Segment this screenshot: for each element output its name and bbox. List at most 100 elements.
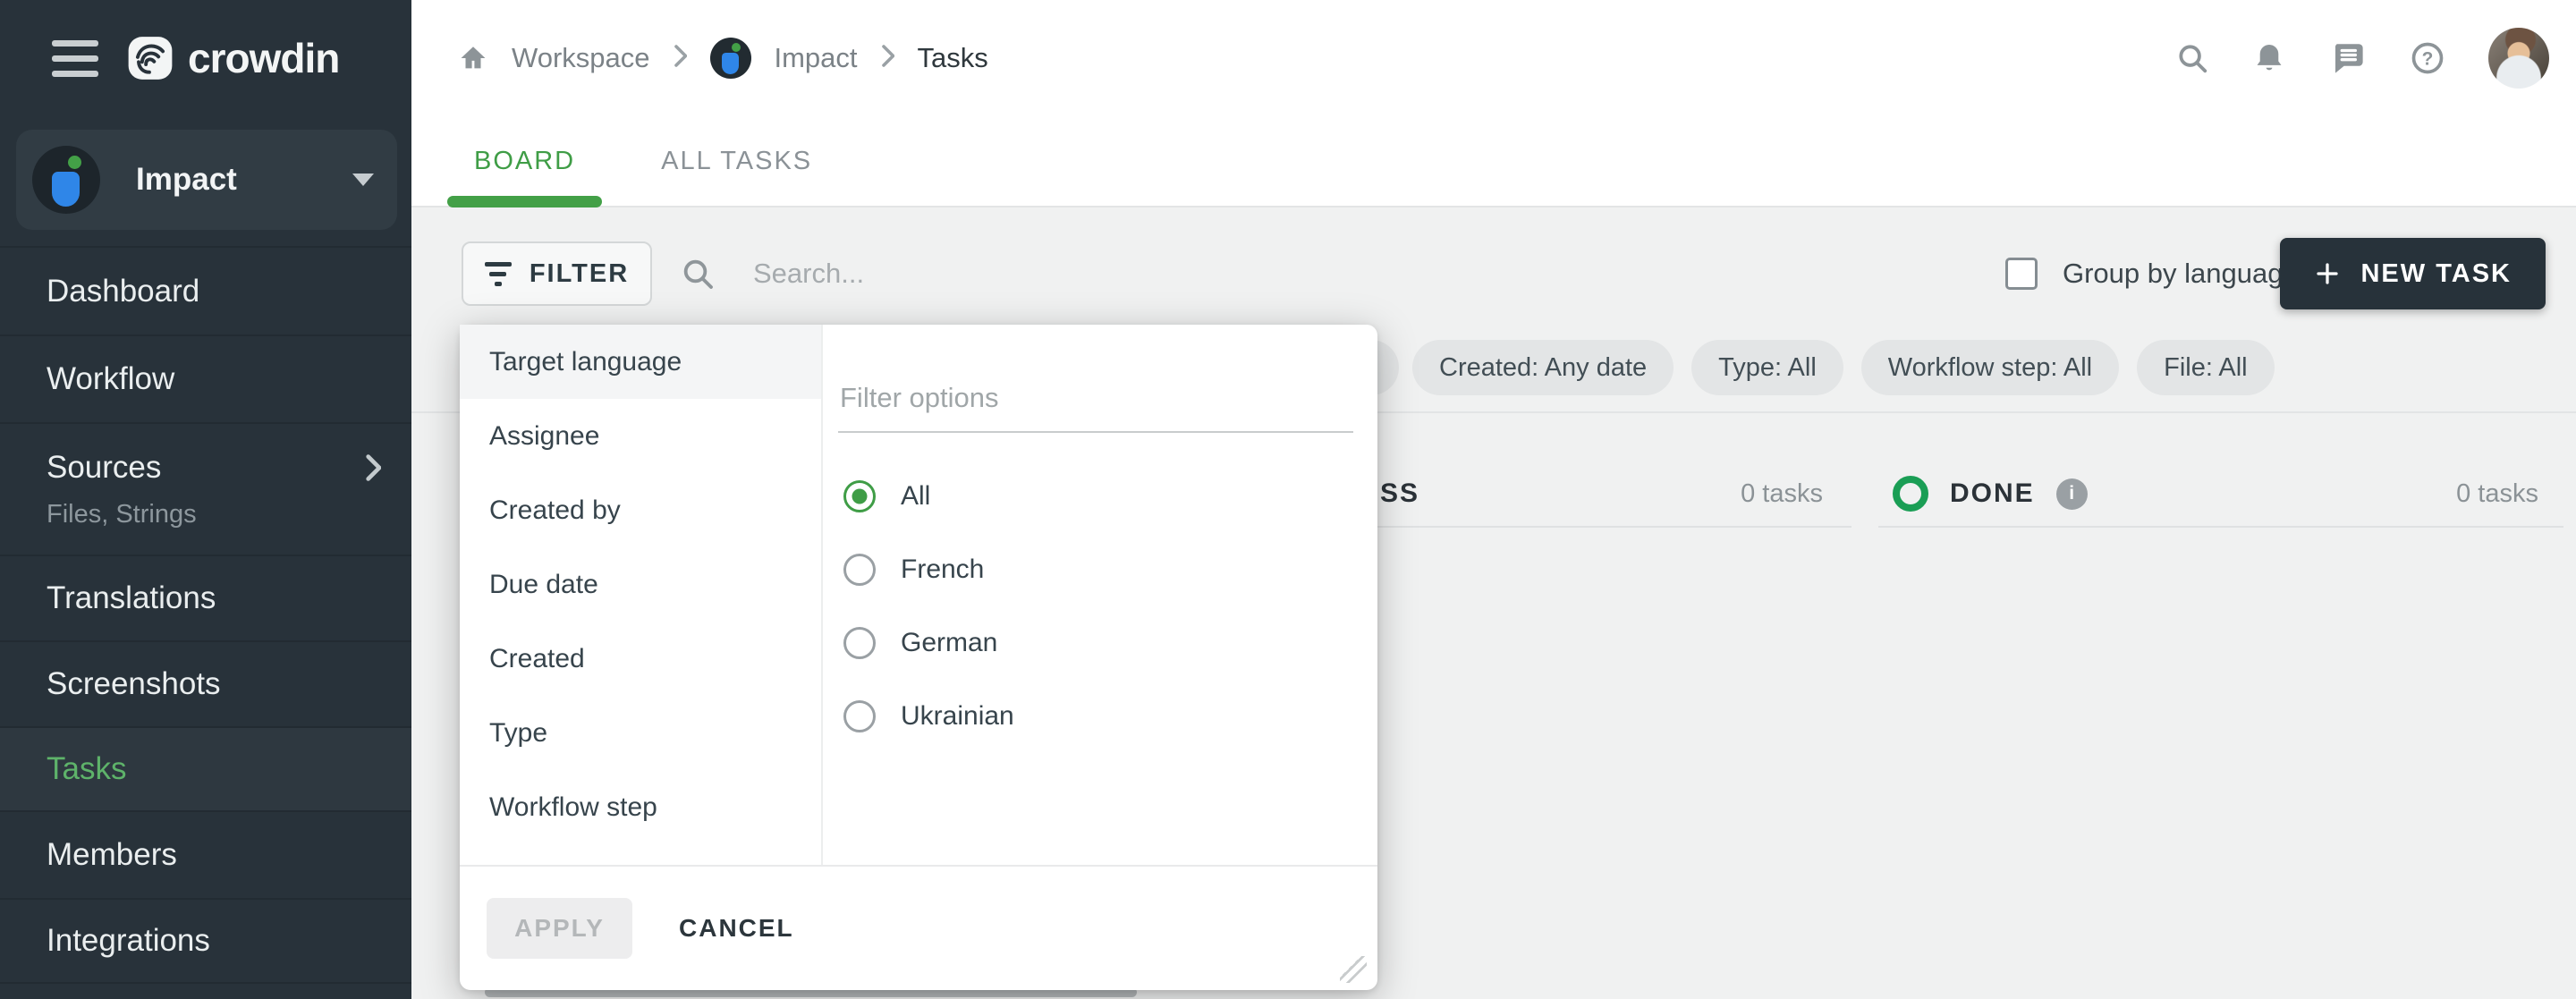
new-task-button[interactable]: NEW TASK [2280,238,2546,309]
help-icon[interactable]: ? [2410,40,2445,76]
filter-option-german[interactable]: German [823,606,1377,680]
sidebar-item-subtitle: Files, Strings [47,500,411,529]
tab-label: BOARD [474,147,575,176]
sidebar-item-sources[interactable]: Sources Files, Strings [0,422,411,555]
search-icon[interactable] [2175,41,2209,75]
plus-icon [2314,260,2341,287]
tab-bar: BOARD ALL TASKS [411,116,2576,207]
top-bar: Workspace Impact Tasks [411,0,2576,116]
column-divider [1324,526,1852,528]
filter-dropdown: Target language Assignee Created by Due … [460,325,1377,990]
sidebar-item-tasks[interactable]: Tasks [0,726,411,810]
home-icon[interactable] [458,43,488,73]
project-avatar [32,146,100,214]
project-selector[interactable]: Impact [16,130,397,230]
filter-button[interactable]: FILTER [462,241,652,306]
apply-button[interactable]: APPLY [487,898,632,959]
project-name: Impact [136,162,237,198]
search-input[interactable] [751,257,1220,291]
sidebar-item-translations[interactable]: Translations [0,555,411,640]
sidebar-item-members[interactable]: Members [0,810,411,898]
group-by-language: Group by language [2005,241,2299,306]
user-avatar[interactable] [2488,28,2549,89]
board-content: FILTER Group by language NEW TASK Create… [411,207,2576,997]
sidebar-nav: Dashboard Workflow Sources Files, String… [0,246,411,984]
sidebar-item-dashboard[interactable]: Dashboard [0,246,411,334]
chip-type[interactable]: Type: All [1691,340,1843,395]
info-icon[interactable]: i [2056,478,2088,510]
bell-icon[interactable] [2252,41,2286,75]
group-by-language-label: Group by language [2063,258,2299,290]
tab-all-tasks[interactable]: ALL TASKS [634,116,839,206]
chevron-right-icon [881,44,894,72]
svg-text:?: ? [2422,49,2434,70]
filter-category-due-date[interactable]: Due date [460,547,821,622]
filter-category-target-language[interactable]: Target language [460,325,821,399]
chevron-right-icon [365,453,381,482]
option-label: All [901,481,930,512]
cancel-button[interactable]: CANCEL [674,913,800,944]
filter-category-type[interactable]: Type [460,696,821,770]
breadcrumb-workspace[interactable]: Workspace [512,42,650,74]
sidebar-item-integrations[interactable]: Integrations [0,898,411,984]
sidebar-item-label: Dashboard [47,274,411,309]
sidebar: crowdin Impact Dashboard Workflow Source… [0,0,411,999]
sidebar-item-screenshots[interactable]: Screenshots [0,640,411,726]
new-task-label: NEW TASK [2360,259,2512,289]
chevron-down-icon [352,174,374,186]
chip-workflow-step[interactable]: Workflow step: All [1861,340,2119,395]
option-label: German [901,628,997,658]
filter-chips: Created: Any date Type: All Workflow ste… [1412,340,2275,395]
sidebar-item-label: Translations [47,580,411,616]
messages-icon[interactable] [2329,39,2367,77]
sidebar-item-label: Sources [47,450,161,486]
sidebar-item-label: Workflow [47,361,411,397]
task-search [680,241,1220,306]
radio-icon[interactable] [843,554,876,586]
crowdin-logo-icon [127,34,174,82]
crowdin-logo-text: crowdin [188,34,339,82]
option-label: Ukrainian [901,701,1014,732]
chip-file[interactable]: File: All [2137,340,2274,395]
radio-icon[interactable] [843,627,876,659]
done-status-icon [1893,476,1928,512]
sidebar-item-workflow[interactable]: Workflow [0,334,411,422]
chip-created[interactable]: Created: Any date [1412,340,1674,395]
top-bar-actions: ? [2175,28,2549,89]
filter-option-all[interactable]: All [823,460,1377,533]
filter-dropdown-footer: APPLY CANCEL [460,865,1377,990]
filter-category-created-by[interactable]: Created by [460,473,821,547]
column-title-fragment: SS [1380,476,1419,512]
sidebar-top: crowdin [0,0,411,116]
column-divider [1878,526,2563,528]
radio-checked-icon[interactable] [843,480,876,512]
column-task-count: 0 tasks [2456,479,2538,509]
radio-icon[interactable] [843,700,876,732]
column-task-count: 0 tasks [1646,476,1823,512]
project-avatar [710,38,751,79]
main-area: Workspace Impact Tasks [411,0,2576,999]
chevron-right-icon [674,44,687,72]
sidebar-item-label: Integrations [47,923,411,959]
breadcrumb-project[interactable]: Impact [775,42,858,74]
filter-category-assignee[interactable]: Assignee [460,399,821,473]
filter-option-french[interactable]: French [823,533,1377,606]
filter-category-list: Target language Assignee Created by Due … [460,325,823,865]
filter-options-panel: All French German Ukrainian [823,325,1377,865]
board-column-done: DONE i 0 tasks [1878,472,2563,515]
filter-option-ukrainian[interactable]: Ukrainian [823,680,1377,753]
filter-category-workflow-step[interactable]: Workflow step [460,770,821,844]
filter-options-input[interactable] [838,365,1353,433]
breadcrumb-tasks: Tasks [918,42,988,74]
tab-board[interactable]: BOARD [447,116,602,206]
breadcrumb: Workspace Impact Tasks [458,38,988,79]
hamburger-menu-icon[interactable] [52,40,98,77]
sidebar-item-label: Members [47,837,411,873]
resize-handle-icon[interactable] [1340,956,1367,983]
filter-category-created[interactable]: Created [460,622,821,696]
option-label: French [901,555,984,585]
group-by-language-checkbox[interactable] [2005,258,2038,290]
crowdin-logo[interactable]: crowdin [127,34,339,82]
search-icon [680,256,716,292]
sidebar-item-label: Tasks [47,751,411,787]
